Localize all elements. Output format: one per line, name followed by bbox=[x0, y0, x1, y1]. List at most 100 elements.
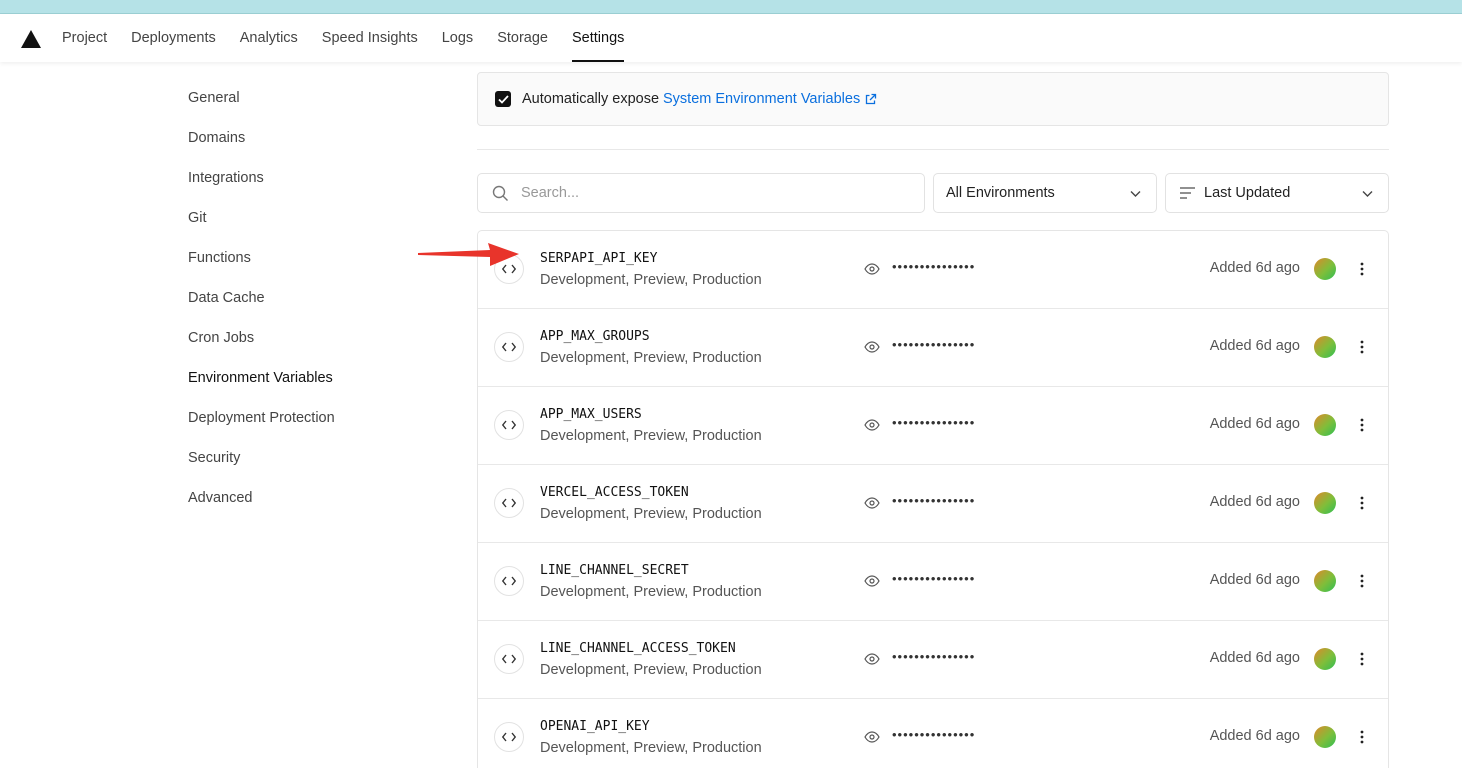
sidebar-item-cron-jobs[interactable]: Cron Jobs bbox=[188, 318, 448, 358]
sidebar-item-environment-variables[interactable]: Environment Variables bbox=[188, 358, 448, 398]
kebab-menu-icon[interactable] bbox=[1352, 493, 1372, 513]
code-brackets-icon bbox=[494, 722, 524, 752]
expose-checkbox[interactable] bbox=[495, 91, 511, 107]
settings-sidebar: General Domains Integrations Git Functio… bbox=[188, 78, 448, 518]
env-var-added: Added 6d ago bbox=[1209, 650, 1300, 666]
env-var-name: SERPAPI_API_KEY bbox=[540, 251, 658, 266]
eye-icon[interactable] bbox=[864, 575, 880, 587]
env-var-added: Added 6d ago bbox=[1209, 728, 1300, 744]
tab-speed-insights[interactable]: Speed Insights bbox=[310, 14, 430, 62]
code-brackets-icon bbox=[494, 332, 524, 362]
env-var-targets: Development, Preview, Production bbox=[540, 350, 762, 366]
expose-label: Automatically expose bbox=[522, 91, 660, 107]
env-var-row[interactable]: OPENAI_API_KEY Development, Preview, Pro… bbox=[478, 699, 1388, 768]
tab-storage[interactable]: Storage bbox=[485, 14, 560, 62]
eye-icon[interactable] bbox=[864, 653, 880, 665]
env-var-name: APP_MAX_USERS bbox=[540, 407, 642, 422]
env-var-targets: Development, Preview, Production bbox=[540, 662, 762, 678]
env-var-added: Added 6d ago bbox=[1209, 260, 1300, 276]
sidebar-item-integrations[interactable]: Integrations bbox=[188, 158, 448, 198]
env-var-masked-value: ••••••••••••••• bbox=[892, 571, 976, 586]
env-var-name: OPENAI_API_KEY bbox=[540, 719, 650, 734]
env-var-targets: Development, Preview, Production bbox=[540, 740, 762, 756]
check-icon bbox=[497, 94, 509, 104]
environment-filter-select[interactable]: All Environments bbox=[933, 173, 1157, 213]
sidebar-item-data-cache[interactable]: Data Cache bbox=[188, 278, 448, 318]
kebab-menu-icon[interactable] bbox=[1352, 259, 1372, 279]
avatar bbox=[1314, 492, 1336, 514]
env-var-targets: Development, Preview, Production bbox=[540, 584, 762, 600]
tab-analytics[interactable]: Analytics bbox=[228, 14, 310, 62]
sidebar-item-general[interactable]: General bbox=[188, 78, 448, 118]
kebab-menu-icon[interactable] bbox=[1352, 727, 1372, 747]
env-var-masked-value: ••••••••••••••• bbox=[892, 337, 976, 352]
kebab-menu-icon[interactable] bbox=[1352, 649, 1372, 669]
env-var-masked-value: ••••••••••••••• bbox=[892, 259, 976, 274]
system-env-vars-link[interactable]: System Environment Variables bbox=[663, 91, 877, 107]
env-var-row[interactable]: LINE_CHANNEL_SECRET Development, Preview… bbox=[478, 543, 1388, 621]
sidebar-item-git[interactable]: Git bbox=[188, 198, 448, 238]
code-brackets-icon bbox=[494, 488, 524, 518]
sidebar-item-deployment-protection[interactable]: Deployment Protection bbox=[188, 398, 448, 438]
env-var-row[interactable]: SERPAPI_API_KEY Development, Preview, Pr… bbox=[478, 231, 1388, 309]
env-var-name: LINE_CHANNEL_SECRET bbox=[540, 563, 689, 578]
annotation-arrow-icon bbox=[418, 243, 519, 266]
chevron-down-icon bbox=[1129, 187, 1142, 200]
eye-icon[interactable] bbox=[864, 263, 880, 275]
tab-project[interactable]: Project bbox=[50, 14, 119, 62]
kebab-menu-icon[interactable] bbox=[1352, 571, 1372, 591]
env-var-added: Added 6d ago bbox=[1209, 416, 1300, 432]
env-var-targets: Development, Preview, Production bbox=[540, 272, 762, 288]
tab-deployments[interactable]: Deployments bbox=[119, 14, 228, 62]
sort-select[interactable]: Last Updated bbox=[1165, 173, 1389, 213]
search-box bbox=[477, 173, 925, 213]
env-var-targets: Development, Preview, Production bbox=[540, 428, 762, 444]
env-var-added: Added 6d ago bbox=[1209, 338, 1300, 354]
env-var-added: Added 6d ago bbox=[1209, 494, 1300, 510]
top-strip bbox=[0, 0, 1462, 14]
chevron-down-icon bbox=[1361, 187, 1374, 200]
external-link-icon bbox=[864, 93, 877, 106]
env-var-name: VERCEL_ACCESS_TOKEN bbox=[540, 485, 689, 500]
kebab-menu-icon[interactable] bbox=[1352, 415, 1372, 435]
system-env-vars-link-label: System Environment Variables bbox=[663, 91, 861, 107]
eye-icon[interactable] bbox=[864, 497, 880, 509]
search-icon bbox=[492, 185, 508, 201]
expose-system-env-box: Automatically expose System Environment … bbox=[477, 72, 1389, 126]
sidebar-item-advanced[interactable]: Advanced bbox=[188, 478, 448, 518]
eye-icon[interactable] bbox=[864, 341, 880, 353]
env-var-targets: Development, Preview, Production bbox=[540, 506, 762, 522]
eye-icon[interactable] bbox=[864, 731, 880, 743]
env-var-masked-value: ••••••••••••••• bbox=[892, 649, 976, 664]
avatar bbox=[1314, 258, 1336, 280]
sidebar-item-domains[interactable]: Domains bbox=[188, 118, 448, 158]
code-brackets-icon bbox=[494, 644, 524, 674]
sidebar-item-security[interactable]: Security bbox=[188, 438, 448, 478]
sort-lines-icon bbox=[1180, 187, 1195, 199]
env-var-name: LINE_CHANNEL_ACCESS_TOKEN bbox=[540, 641, 736, 656]
avatar bbox=[1314, 570, 1336, 592]
sort-value: Last Updated bbox=[1204, 185, 1291, 201]
env-var-row[interactable]: APP_MAX_GROUPS Development, Preview, Pro… bbox=[478, 309, 1388, 387]
tab-settings[interactable]: Settings bbox=[560, 14, 636, 62]
env-var-masked-value: ••••••••••••••• bbox=[892, 493, 976, 508]
env-var-masked-value: ••••••••••••••• bbox=[892, 727, 976, 742]
code-brackets-icon bbox=[494, 566, 524, 596]
avatar bbox=[1314, 336, 1336, 358]
kebab-menu-icon[interactable] bbox=[1352, 337, 1372, 357]
eye-icon[interactable] bbox=[864, 419, 880, 431]
env-var-row[interactable]: VERCEL_ACCESS_TOKEN Development, Preview… bbox=[478, 465, 1388, 543]
vercel-triangle-icon[interactable] bbox=[21, 30, 41, 48]
env-var-row[interactable]: LINE_CHANNEL_ACCESS_TOKEN Development, P… bbox=[478, 621, 1388, 699]
env-var-name: APP_MAX_GROUPS bbox=[540, 329, 650, 344]
code-brackets-icon bbox=[494, 410, 524, 440]
sidebar-item-functions[interactable]: Functions bbox=[188, 238, 448, 278]
search-input[interactable] bbox=[521, 185, 901, 201]
tab-logs[interactable]: Logs bbox=[430, 14, 485, 62]
section-divider bbox=[477, 149, 1389, 150]
env-var-list: SERPAPI_API_KEY Development, Preview, Pr… bbox=[477, 230, 1389, 768]
avatar bbox=[1314, 648, 1336, 670]
nav-tabs: Project Deployments Analytics Speed Insi… bbox=[50, 14, 636, 62]
env-var-row[interactable]: APP_MAX_USERS Development, Preview, Prod… bbox=[478, 387, 1388, 465]
environment-filter-value: All Environments bbox=[946, 185, 1055, 201]
